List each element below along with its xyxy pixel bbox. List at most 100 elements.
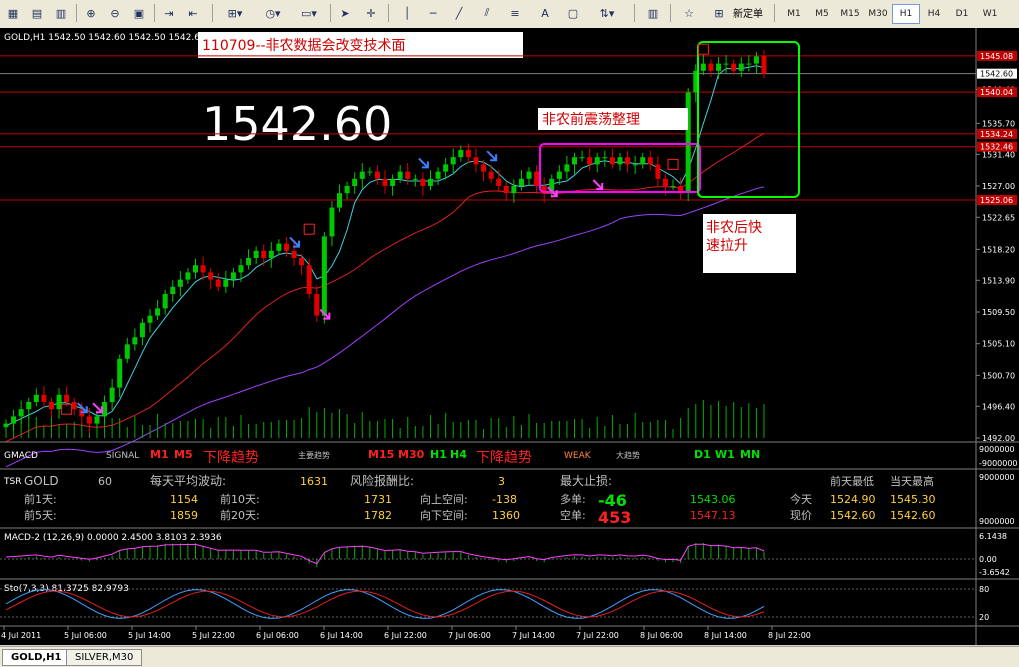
candle-body — [700, 63, 706, 71]
candle-body — [405, 171, 411, 179]
gmacd-name: GMACD — [4, 451, 38, 461]
tsr-now-high: 1542.60 — [890, 509, 936, 522]
candle-body — [86, 416, 92, 424]
time-tick-label: 4 Jul 2011 — [1, 631, 41, 640]
arrows-icon[interactable]: ⇅▾ — [592, 3, 622, 23]
tf-m30[interactable]: M30 — [864, 4, 892, 24]
toolbar: ▦ ▤ ▥ ⊕ ⊖ ▣ ⇥ ⇤ ⊞▾ ◷▾ ▭▾ ➤ ✛ │ ─ ╱ ⫽ ≡ A… — [0, 0, 1019, 29]
indicators-icon[interactable]: ⊞▾ — [218, 3, 252, 23]
gmacd-h4: H4 — [450, 448, 467, 461]
price-tag-label: 1532.46 — [980, 143, 1013, 152]
candle-body — [518, 178, 524, 186]
gmacd-trend-down: 下降趋势 — [203, 450, 259, 466]
candle-body — [670, 186, 676, 187]
zoom-out-icon[interactable]: ⊖ — [104, 3, 126, 23]
candle-body — [344, 186, 350, 194]
sto-tick-20: 20 — [979, 613, 989, 622]
price-axis: 1540.401535.701531.401527.001522.651518.… — [976, 86, 1015, 443]
time-tick-label: 7 Jul 14:00 — [512, 631, 555, 640]
candle-body — [359, 171, 365, 179]
candle-body — [443, 164, 449, 172]
candle-body — [230, 272, 236, 280]
tsr-down-val: 1360 — [492, 509, 520, 522]
tsr-d1-val: 1154 — [170, 493, 198, 506]
price-tick-label: 1527.00 — [982, 182, 1015, 191]
zoom-in-icon[interactable]: ⊕ — [80, 3, 102, 23]
candle-body — [625, 157, 631, 165]
tab-silver-m30[interactable]: SILVER,M30 — [66, 649, 143, 666]
profiles-icon[interactable]: ▤ — [26, 3, 48, 23]
tf-m5[interactable]: M5 — [808, 4, 836, 24]
tsr-long-label: 多单: — [560, 492, 586, 506]
expert-advisors-icon[interactable]: ☆ — [678, 3, 700, 23]
status-bar: GOLD,H1 SILVER,M30 — [0, 646, 1019, 667]
candle-body — [382, 178, 388, 186]
candle-body — [124, 344, 130, 359]
tsr-up-label: 向上空间: — [420, 492, 468, 506]
auto-scroll-icon[interactable]: ⇥ — [158, 3, 180, 23]
gmacd-d1: D1 — [694, 448, 711, 461]
candle-body — [291, 250, 297, 258]
crosshair-icon[interactable]: ✛ — [360, 3, 382, 23]
gmacd-w1: W1 — [715, 448, 735, 461]
tab-gold-h1[interactable]: GOLD,H1 — [2, 649, 71, 666]
candle-body — [374, 171, 380, 179]
candle-body — [488, 171, 494, 179]
candle-body — [753, 56, 759, 64]
fibonacci-icon[interactable]: ≡ — [504, 3, 526, 23]
sto-d-line — [5, 590, 765, 618]
candle-body — [238, 265, 244, 273]
chart-shift-icon[interactable]: ⇤ — [182, 3, 204, 23]
candle-body — [283, 243, 289, 251]
main-chart-area[interactable] — [0, 28, 976, 442]
label-icon[interactable]: ▢ — [562, 3, 584, 23]
tf-h4[interactable]: H4 — [920, 4, 948, 24]
tf-h1[interactable]: H1 — [892, 4, 920, 24]
candle-body — [185, 272, 191, 280]
tsr-name: TSR — [3, 477, 21, 487]
channel-icon[interactable]: ⫽ — [476, 3, 498, 23]
candle-body — [662, 178, 668, 186]
candle-body — [746, 63, 752, 65]
candle-body — [246, 258, 252, 266]
candle-body — [48, 402, 54, 410]
new-chart-icon[interactable]: ▦ — [2, 3, 24, 23]
tf-d1[interactable]: D1 — [948, 4, 976, 24]
tf-w1[interactable]: W1 — [976, 4, 1004, 24]
tf-m1[interactable]: M1 — [780, 4, 808, 24]
time-tick-label: 7 Jul 22:00 — [576, 631, 619, 640]
periods-icon[interactable]: ◷▾ — [256, 3, 290, 23]
candle-body — [534, 171, 540, 186]
candle-body — [268, 250, 274, 258]
new-order-label[interactable]: 新定单 — [733, 5, 763, 20]
candle-body — [132, 337, 138, 345]
price-tick-label: 1535.70 — [982, 119, 1015, 128]
gmacd-mn: MN — [740, 448, 760, 461]
price-tick-label: 1518.20 — [982, 245, 1015, 254]
candle-body — [208, 272, 214, 280]
candle-body — [193, 265, 198, 273]
candle-body — [177, 279, 183, 287]
candle-body — [632, 164, 638, 166]
chart-window[interactable]: GOLD,H1 1542.50 1542.60 1542.50 1542.60 … — [0, 28, 1019, 645]
tsr-risk-value: 3 — [498, 475, 505, 488]
text-icon[interactable]: A — [534, 3, 556, 23]
navigator-icon[interactable]: ▥ — [642, 3, 664, 23]
consolidation-label: 非农前震荡整理 — [542, 111, 640, 128]
new-order-icon[interactable]: ⊞ — [708, 3, 730, 23]
candle-body — [397, 171, 403, 179]
tsr-d20-val: 1782 — [364, 509, 392, 522]
market-watch-icon[interactable]: ▥ — [50, 3, 72, 23]
tile-windows-icon[interactable]: ▣ — [128, 3, 150, 23]
templates-icon[interactable]: ▭▾ — [292, 3, 326, 23]
price-tag-label: 1545.08 — [980, 52, 1013, 61]
chart-canvas[interactable]: GOLD,H1 1542.50 1542.60 1542.50 1542.60 … — [0, 28, 1019, 645]
horizontal-line-icon[interactable]: ─ — [422, 3, 444, 23]
candle-body — [556, 171, 562, 179]
candle-body — [299, 258, 305, 266]
time-tick-label: 7 Jul 06:00 — [448, 631, 491, 640]
cursor-icon[interactable]: ➤ — [334, 3, 356, 23]
tf-m15[interactable]: M15 — [836, 4, 864, 24]
trendline-icon[interactable]: ╱ — [448, 3, 470, 23]
vertical-line-icon[interactable]: │ — [396, 3, 418, 23]
